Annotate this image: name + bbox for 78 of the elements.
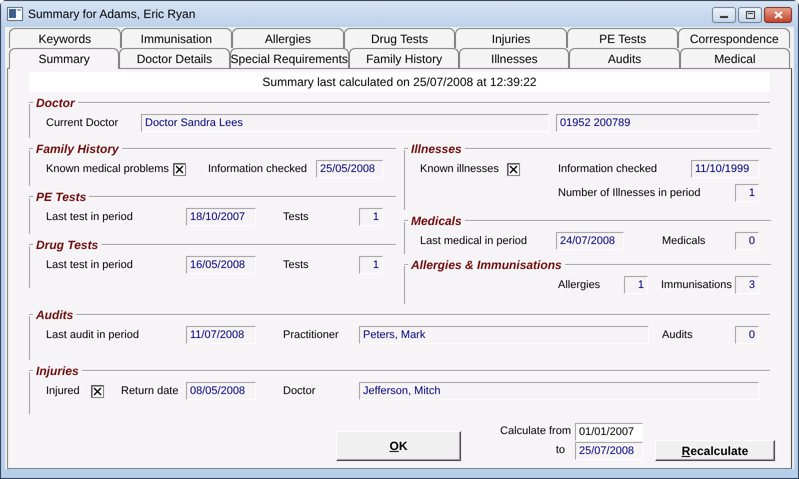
field-label: Practitioner	[283, 329, 340, 341]
date-field[interactable]: 24/07/2008	[556, 232, 624, 250]
field-label: Medicals	[662, 235, 706, 247]
field-label: Last audit in period	[46, 329, 140, 341]
field-label: Current Doctor	[46, 117, 120, 129]
section-title: Drug Tests	[35, 238, 100, 252]
field-label: Information checked	[208, 163, 308, 175]
tab[interactable]: Summary	[9, 48, 120, 69]
date-field[interactable]: 25/07/2008	[575, 442, 643, 460]
maximize-button[interactable]	[738, 7, 762, 23]
date-field[interactable]: 18/10/2007	[186, 208, 256, 226]
window-title: Summary for Adams, Eric Ryan	[28, 7, 196, 21]
date-field[interactable]: 01/01/2007	[575, 422, 643, 440]
tab[interactable]: Allergies	[232, 28, 344, 48]
tab[interactable]: PE Tests	[566, 28, 678, 48]
count-field[interactable]: 1	[359, 208, 383, 226]
maximize-icon	[746, 11, 754, 19]
close-button[interactable]	[764, 7, 792, 23]
tab[interactable]: Correspondence	[678, 28, 790, 48]
tab[interactable]: Keywords	[9, 28, 121, 48]
text-field[interactable]: Peters, Mark	[359, 326, 649, 344]
section-title: Audits	[34, 308, 74, 322]
field-label: Known illnesses	[420, 163, 500, 175]
minimize-button[interactable]	[712, 7, 736, 23]
checkbox[interactable]	[91, 384, 104, 398]
field-label: Audits	[662, 329, 694, 341]
field-label: Tests	[283, 259, 310, 271]
ok-button[interactable]: OK	[336, 431, 461, 461]
section-title: Injuries	[35, 364, 80, 378]
tab[interactable]: Doctor Details	[119, 48, 230, 68]
date-field[interactable]: 08/05/2008	[186, 382, 256, 400]
date-field[interactable]: 11/07/2008	[186, 326, 256, 344]
field-label: Calculate from	[500, 424, 571, 439]
field-label: Last medical in period	[420, 235, 528, 247]
tab[interactable]: Illnesses	[459, 48, 570, 68]
text-field[interactable]: Jefferson, Mitch	[359, 382, 759, 400]
field-label: to	[556, 443, 566, 458]
count-field[interactable]: 0	[735, 326, 759, 344]
text-field[interactable]: 01952 200789	[556, 114, 759, 132]
tab[interactable]: Special Requirements	[230, 48, 349, 68]
field-label: Allergies	[558, 279, 602, 291]
date-field[interactable]: 25/05/2008	[316, 160, 383, 178]
date-field[interactable]: 11/10/1999	[691, 160, 759, 178]
section-title: Illnesses	[410, 142, 463, 156]
summary-status: Summary last calculated on 25/07/2008 at 12:39:22	[29, 72, 770, 92]
field-label: Last test in period	[46, 259, 134, 271]
section-title: PE Tests	[35, 190, 88, 204]
section-title: Doctor	[35, 96, 76, 110]
recalculate-button[interactable]: Recalculate	[655, 440, 775, 461]
tab[interactable]: Audits	[569, 48, 680, 68]
count-field[interactable]: 3	[735, 276, 759, 294]
count-field[interactable]: 1	[359, 256, 383, 274]
field-label: Information checked	[558, 163, 658, 175]
tab[interactable]: Drug Tests	[344, 28, 456, 48]
app-icon	[7, 7, 23, 21]
tab[interactable]: Injuries	[455, 28, 567, 48]
checkbox[interactable]	[173, 162, 186, 176]
count-field[interactable]: 0	[735, 232, 759, 250]
tab[interactable]: Medical	[680, 48, 790, 68]
tab[interactable]: Family History	[348, 48, 460, 68]
checkbox[interactable]	[507, 162, 520, 176]
field-label: Known medical problems	[46, 163, 170, 175]
count-field[interactable]: 1	[624, 276, 648, 294]
close-icon	[774, 11, 782, 19]
field-label: Number of Illnesses in period	[558, 187, 702, 199]
date-field[interactable]: 16/05/2008	[186, 256, 256, 274]
field-label: Immunisations	[661, 279, 733, 291]
section-title: Family History	[35, 142, 120, 156]
field-label: Return date	[121, 385, 180, 397]
field-label: Injured	[46, 385, 81, 397]
section-title: Allergies & Immunisations	[410, 258, 563, 272]
section-title: Medicals	[410, 214, 463, 228]
tab[interactable]: Immunisation	[120, 28, 232, 48]
field-label: Last test in period	[46, 211, 134, 223]
field-label: Doctor	[283, 385, 316, 397]
field-label: Tests	[283, 211, 310, 223]
text-field[interactable]: Doctor Sandra Lees	[141, 114, 549, 132]
count-field[interactable]: 1	[735, 184, 759, 202]
